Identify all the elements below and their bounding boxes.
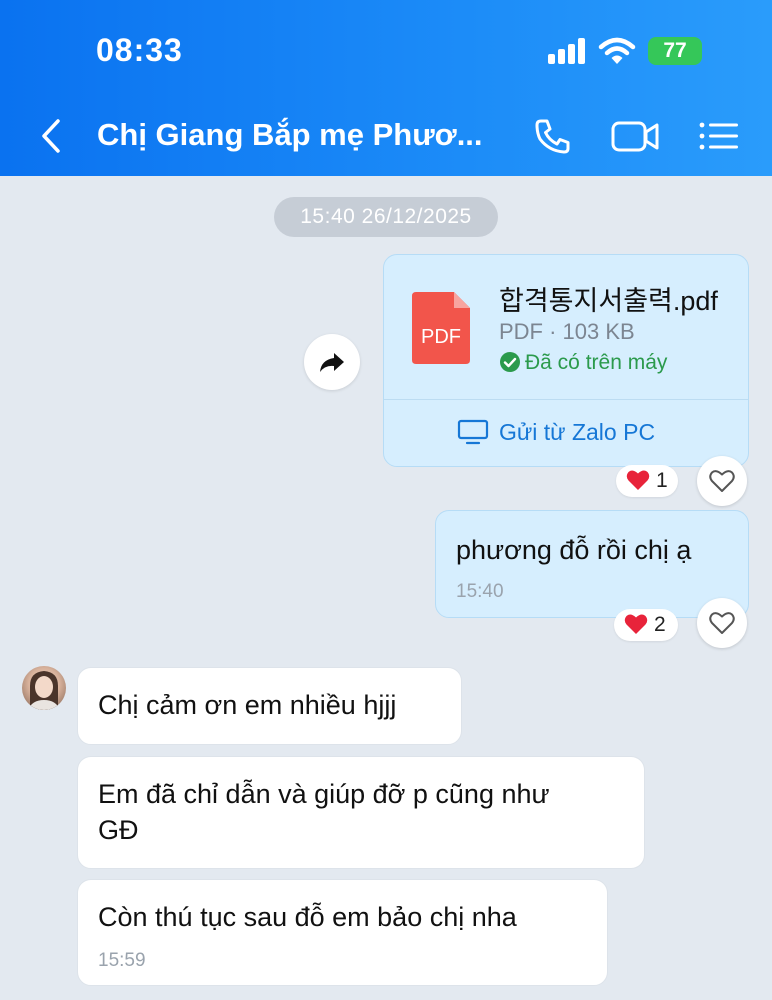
outgoing-message[interactable]: phương đỗ rồi chị ạ 15:40 — [435, 510, 749, 618]
cellular-signal-icon — [548, 38, 588, 64]
file-message-card[interactable]: PDF 합격통지서출력.pdf PDF · 103 KB Đã có trên … — [383, 254, 749, 467]
file-meta: PDF · 103 KB — [499, 319, 635, 344]
react-button[interactable] — [697, 598, 747, 648]
heart-outline-icon — [709, 612, 735, 634]
forward-button[interactable] — [304, 334, 360, 390]
sent-from-zalo-pc[interactable]: Gửi từ Zalo PC — [457, 419, 655, 446]
file-download-status: Đã có trên máy — [499, 351, 667, 375]
heart-icon — [626, 470, 650, 490]
heart-outline-icon — [709, 470, 735, 492]
check-circle-icon — [500, 352, 520, 372]
phone-icon — [535, 119, 570, 154]
battery-indicator: 77 — [648, 37, 702, 65]
back-arrow-icon — [42, 119, 60, 153]
file-status-text: Đã có trên máy — [525, 351, 668, 374]
chat-options-button[interactable] — [696, 112, 744, 160]
menu-list-icon — [699, 122, 738, 150]
reaction-summary[interactable]: 2 — [614, 609, 678, 641]
message-time: 15:40 — [456, 581, 504, 602]
chat-header: 08:33 77 Chị Giang Bắp mẹ Phươ... — [0, 0, 772, 176]
message-text-line-2: GĐ — [98, 815, 139, 845]
message-text: Còn thú tục sau đỗ em bảo chị nha — [98, 902, 517, 932]
monitor-icon — [457, 419, 489, 445]
forward-icon — [320, 353, 344, 372]
back-button[interactable] — [34, 114, 70, 158]
voice-call-button[interactable] — [527, 112, 577, 160]
sent-from-label: Gửi từ Zalo PC — [499, 419, 656, 445]
file-card-divider — [384, 399, 748, 400]
message-text: phương đỗ rồi chị ạ — [456, 535, 692, 565]
incoming-message[interactable]: Em đã chỉ dẫn và giúp đỡ p cũng như GĐ — [77, 756, 645, 869]
incoming-message[interactable]: Chị cảm ơn em nhiều hjjj — [77, 667, 462, 745]
message-time: 15:59 — [98, 950, 146, 971]
video-call-button[interactable] — [609, 112, 663, 160]
file-name: 합격통지서출력.pdf — [499, 286, 718, 316]
pdf-icon-label: PDF — [421, 326, 461, 348]
wifi-icon — [598, 36, 636, 66]
message-text-line-1: Em đã chỉ dẫn và giúp đỡ p cũng như — [98, 779, 550, 809]
video-call-icon — [611, 121, 659, 152]
message-text: Chị cảm ơn em nhiều hjjj — [98, 690, 397, 720]
reaction-count: 1 — [656, 469, 668, 492]
reaction-summary[interactable]: 1 — [616, 465, 678, 497]
pdf-file-icon: PDF — [412, 292, 470, 364]
reaction-count: 2 — [654, 613, 666, 636]
date-separator: 15:40 26/12/2025 — [274, 197, 498, 237]
contact-name[interactable]: Chị Giang Bắp mẹ Phươ... — [97, 117, 497, 153]
status-time: 08:33 — [96, 32, 183, 68]
react-button[interactable] — [697, 456, 747, 506]
sender-avatar[interactable] — [22, 666, 66, 710]
incoming-message[interactable]: Còn thú tục sau đỗ em bảo chị nha 15:59 — [77, 879, 608, 986]
heart-icon — [624, 614, 648, 634]
